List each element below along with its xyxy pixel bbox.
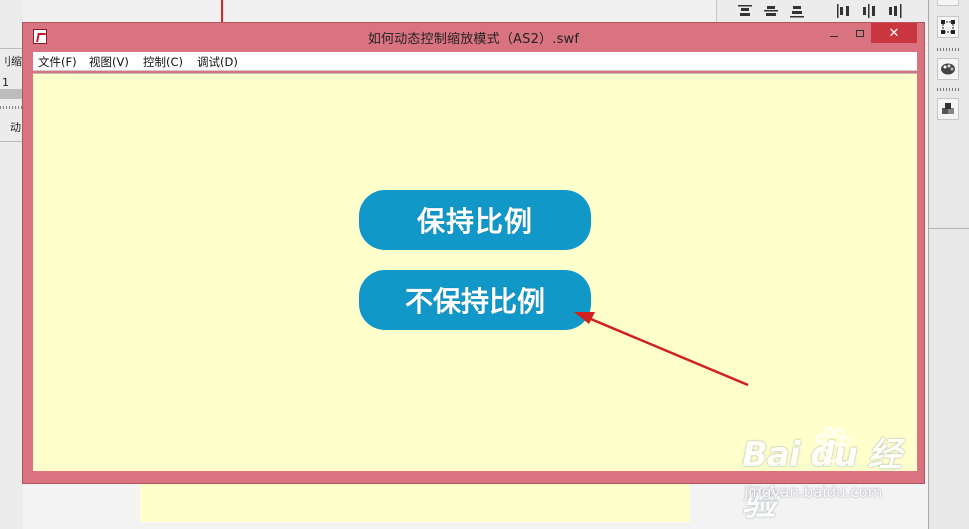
menu-file[interactable]: 文件(F) bbox=[38, 54, 77, 70]
ide-stage-area bbox=[140, 484, 690, 522]
swf-player-window: 如何动态控制缩放模式（AS2）.swf ✕ 文件(F) 视图(V) 控制(C) … bbox=[22, 22, 925, 484]
align-top-icon[interactable] bbox=[737, 4, 753, 18]
color-palette-icon[interactable] bbox=[937, 58, 959, 80]
close-button[interactable]: ✕ bbox=[871, 23, 917, 43]
minimize-icon bbox=[830, 35, 838, 37]
maximize-icon bbox=[856, 29, 864, 37]
panel-scrollbar[interactable] bbox=[0, 89, 23, 99]
components-icon[interactable] bbox=[937, 98, 959, 120]
title-bar[interactable]: 如何动态控制缩放模式（AS2）.swf ✕ bbox=[23, 23, 924, 52]
tools-grip[interactable] bbox=[937, 48, 959, 51]
swf-stage: 保持比例 不保持比例 bbox=[33, 73, 917, 471]
ide-left-panel: 刂缩放 1 动 bbox=[0, 0, 24, 529]
menu-control[interactable]: 控制(C) bbox=[143, 54, 183, 70]
panel-label-scale: 刂缩放 bbox=[0, 55, 23, 68]
align-panel bbox=[716, 0, 929, 22]
panel-separator bbox=[0, 141, 23, 142]
distribute-right-icon[interactable] bbox=[887, 4, 903, 18]
tools-panel bbox=[928, 0, 969, 529]
menu-debug[interactable]: 调试(D) bbox=[197, 54, 238, 70]
tools-separator bbox=[929, 228, 969, 229]
distribute-center-icon[interactable] bbox=[861, 4, 877, 18]
menu-bar: 文件(F) 视图(V) 控制(C) 调试(D) bbox=[33, 52, 917, 71]
ide-timeline-strip bbox=[23, 0, 716, 22]
window-title: 如何动态控制缩放模式（AS2）.swf bbox=[367, 32, 580, 47]
panel-separator bbox=[0, 48, 23, 49]
annotation-arrow bbox=[574, 312, 749, 387]
tools-grip[interactable] bbox=[937, 88, 959, 91]
align-bottom-icon[interactable] bbox=[789, 4, 805, 18]
distribute-left-icon[interactable] bbox=[835, 4, 851, 18]
panel-grip[interactable] bbox=[0, 106, 23, 109]
align-vcenter-icon[interactable] bbox=[763, 4, 779, 18]
tool-top-edge bbox=[937, 0, 959, 6]
menu-view[interactable]: 视图(V) bbox=[89, 54, 129, 70]
close-icon: ✕ bbox=[888, 25, 900, 41]
playhead-line[interactable] bbox=[221, 0, 223, 22]
transform-tool-icon[interactable] bbox=[937, 16, 959, 38]
